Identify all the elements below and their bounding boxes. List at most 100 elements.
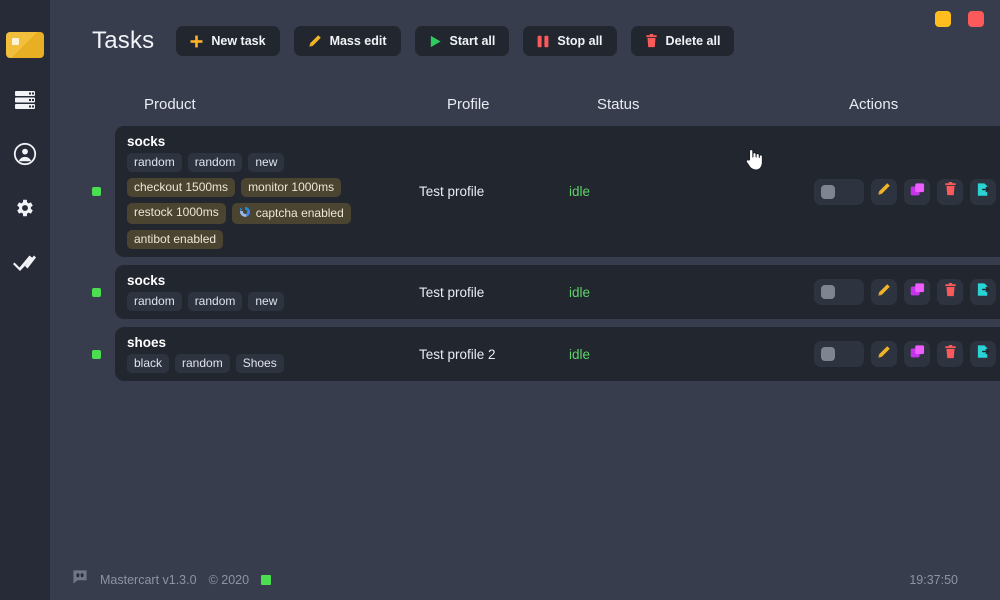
trash-icon bbox=[944, 344, 957, 364]
task-setting-tag: antibot enabled bbox=[127, 230, 224, 249]
gear-icon bbox=[14, 197, 36, 219]
task-row: socks random random new Test profile idl… bbox=[92, 265, 1000, 319]
discord-icon[interactable] bbox=[72, 569, 88, 590]
plus-icon bbox=[190, 35, 203, 48]
stop-task-button[interactable] bbox=[814, 279, 864, 305]
connection-status-indicator bbox=[261, 574, 272, 585]
task-status: idle bbox=[569, 346, 591, 362]
file-export-icon bbox=[976, 182, 991, 202]
task-status: idle bbox=[569, 184, 591, 199]
sidebar-item-tasks[interactable] bbox=[8, 86, 42, 114]
stop-all-label: Stop all bbox=[557, 34, 603, 48]
mass-edit-label: Mass edit bbox=[329, 34, 387, 48]
task-row: shoes black random Shoes Test profile 2 … bbox=[92, 327, 1000, 381]
edit-task-button[interactable] bbox=[871, 279, 897, 305]
minimize-button[interactable] bbox=[935, 11, 951, 27]
task-tag: new bbox=[248, 292, 285, 311]
delete-task-button[interactable] bbox=[937, 341, 963, 367]
stop-task-button[interactable] bbox=[814, 178, 864, 205]
double-check-icon bbox=[13, 252, 37, 272]
task-row-body[interactable]: shoes black random Shoes Test profile 2 … bbox=[115, 327, 1000, 381]
pencil-icon bbox=[877, 345, 891, 364]
footer: Mastercart v1.3.0 © 2020 19:37:50 bbox=[50, 569, 1000, 590]
stop-square-icon bbox=[821, 285, 835, 299]
play-icon bbox=[429, 35, 442, 48]
duplicate-task-button[interactable] bbox=[904, 279, 930, 305]
task-row-body[interactable]: socks random random new checkout 1500ms … bbox=[115, 126, 1000, 257]
account-circle-icon bbox=[13, 142, 37, 166]
trash-icon bbox=[645, 34, 658, 48]
server-stack-icon bbox=[14, 90, 36, 110]
copy-icon bbox=[910, 282, 925, 302]
sidebar-item-checkouts[interactable] bbox=[8, 248, 42, 276]
start-all-button[interactable]: Start all bbox=[414, 26, 510, 56]
task-actions bbox=[814, 279, 1000, 305]
task-product-cell: shoes black random Shoes bbox=[127, 335, 419, 373]
task-setting-tag: restock 1000ms bbox=[127, 203, 226, 224]
file-export-icon bbox=[976, 282, 991, 302]
task-status-indicator bbox=[92, 349, 101, 359]
task-actions bbox=[814, 178, 1000, 205]
stop-task-button[interactable] bbox=[814, 341, 864, 367]
stop-square-icon bbox=[821, 347, 835, 361]
start-all-label: Start all bbox=[449, 34, 496, 48]
pencil-icon bbox=[308, 34, 322, 48]
delete-task-button[interactable] bbox=[937, 178, 963, 205]
edit-task-button[interactable] bbox=[871, 178, 897, 205]
column-header-product: Product bbox=[144, 96, 196, 113]
edit-task-button[interactable] bbox=[871, 341, 897, 367]
task-tag: random bbox=[127, 292, 182, 311]
task-tags: black random Shoes bbox=[127, 354, 419, 373]
task-setting-tag-captcha: captcha enabled bbox=[231, 203, 351, 224]
task-setting-tags: checkout 1500ms monitor 1000ms restock 1… bbox=[127, 178, 419, 249]
task-product-name: socks bbox=[127, 134, 166, 149]
copy-icon bbox=[910, 344, 925, 364]
task-setting-tag: checkout 1500ms bbox=[127, 178, 236, 197]
page-title: Tasks bbox=[92, 27, 155, 54]
task-tag: random bbox=[187, 153, 243, 172]
task-row-body[interactable]: socks random random new Test profile idl… bbox=[115, 265, 1000, 319]
task-tags: random random new bbox=[127, 292, 419, 311]
export-task-button[interactable] bbox=[970, 279, 996, 305]
main-content: Tasks New task Mass edit Start all Stop … bbox=[50, 0, 1000, 600]
task-product-cell: socks random random new checkout 1500ms … bbox=[127, 134, 419, 249]
task-tag: random bbox=[187, 292, 243, 311]
pause-icon bbox=[537, 35, 549, 48]
export-task-button[interactable] bbox=[970, 178, 996, 205]
pencil-icon bbox=[877, 182, 891, 201]
mass-edit-button[interactable]: Mass edit bbox=[293, 26, 401, 56]
new-task-label: New task bbox=[211, 34, 266, 48]
stop-square-icon bbox=[821, 184, 835, 199]
recaptcha-icon bbox=[239, 206, 251, 220]
app-version: Mastercart v1.3.0 bbox=[100, 572, 197, 587]
sidebar-item-profiles[interactable] bbox=[8, 140, 42, 168]
duplicate-task-button[interactable] bbox=[904, 341, 930, 367]
task-profile: Test profile bbox=[419, 184, 485, 199]
duplicate-task-button[interactable] bbox=[904, 178, 930, 205]
new-task-button[interactable]: New task bbox=[176, 26, 280, 56]
sidebar-item-settings[interactable] bbox=[8, 194, 42, 222]
task-tag: random bbox=[175, 354, 230, 373]
delete-all-label: Delete all bbox=[665, 34, 721, 48]
task-setting-tag: monitor 1000ms bbox=[241, 178, 342, 197]
task-status-indicator bbox=[92, 187, 101, 196]
stop-all-button[interactable]: Stop all bbox=[523, 26, 617, 56]
task-tag: black bbox=[127, 354, 170, 373]
task-profile: Test profile 2 bbox=[419, 346, 496, 362]
task-tag: Shoes bbox=[235, 354, 284, 373]
column-header-status: Status bbox=[597, 96, 640, 113]
task-tag: random bbox=[127, 153, 182, 172]
column-header-profile: Profile bbox=[447, 96, 490, 113]
sidebar-nav bbox=[8, 86, 42, 276]
export-task-button[interactable] bbox=[970, 341, 996, 367]
file-export-icon bbox=[976, 344, 991, 364]
delete-task-button[interactable] bbox=[937, 279, 963, 305]
close-button[interactable] bbox=[968, 11, 984, 27]
sidebar bbox=[0, 0, 50, 600]
mastercart-logo bbox=[6, 32, 44, 58]
window-controls bbox=[935, 11, 984, 27]
task-status-indicator bbox=[92, 287, 101, 297]
delete-all-button[interactable]: Delete all bbox=[630, 26, 735, 56]
task-tag: new bbox=[248, 153, 285, 172]
trash-icon bbox=[944, 182, 957, 201]
